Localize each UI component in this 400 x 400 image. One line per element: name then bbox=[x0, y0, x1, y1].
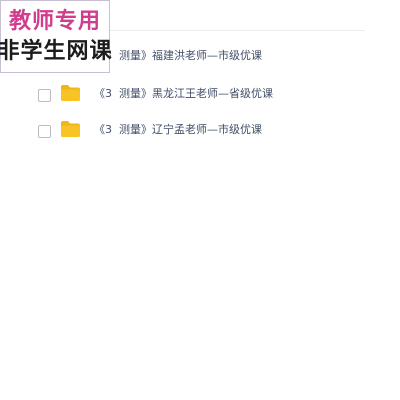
folder-icon bbox=[61, 121, 80, 137]
row-checkbox[interactable] bbox=[38, 89, 51, 102]
folder-icon bbox=[61, 85, 80, 101]
file-name[interactable]: 《3 测量》黑龙江王老师—省级优课 bbox=[94, 87, 273, 101]
watermark-line-1: 教师专用 bbox=[8, 9, 101, 34]
file-row[interactable]: 《3 测量》辽宁孟老师—市级优课 bbox=[0, 119, 365, 145]
file-name[interactable]: 《3 测量》福建洪老师—市级优课 bbox=[94, 49, 262, 63]
file-browser: 《3 测量》福建洪老师—市级优课 《3 测量》黑龙江王老师—省级优课 《3 测量… bbox=[0, 0, 400, 400]
watermark-stamp: 教师专用 非学生网课 bbox=[0, 0, 113, 73]
file-name[interactable]: 《3 测量》辽宁孟老师—市级优课 bbox=[94, 123, 262, 137]
file-row[interactable]: 《3 测量》黑龙江王老师—省级优课 bbox=[0, 83, 365, 109]
row-checkbox[interactable] bbox=[38, 125, 51, 138]
watermark-line-2: 非学生网课 bbox=[0, 39, 113, 64]
